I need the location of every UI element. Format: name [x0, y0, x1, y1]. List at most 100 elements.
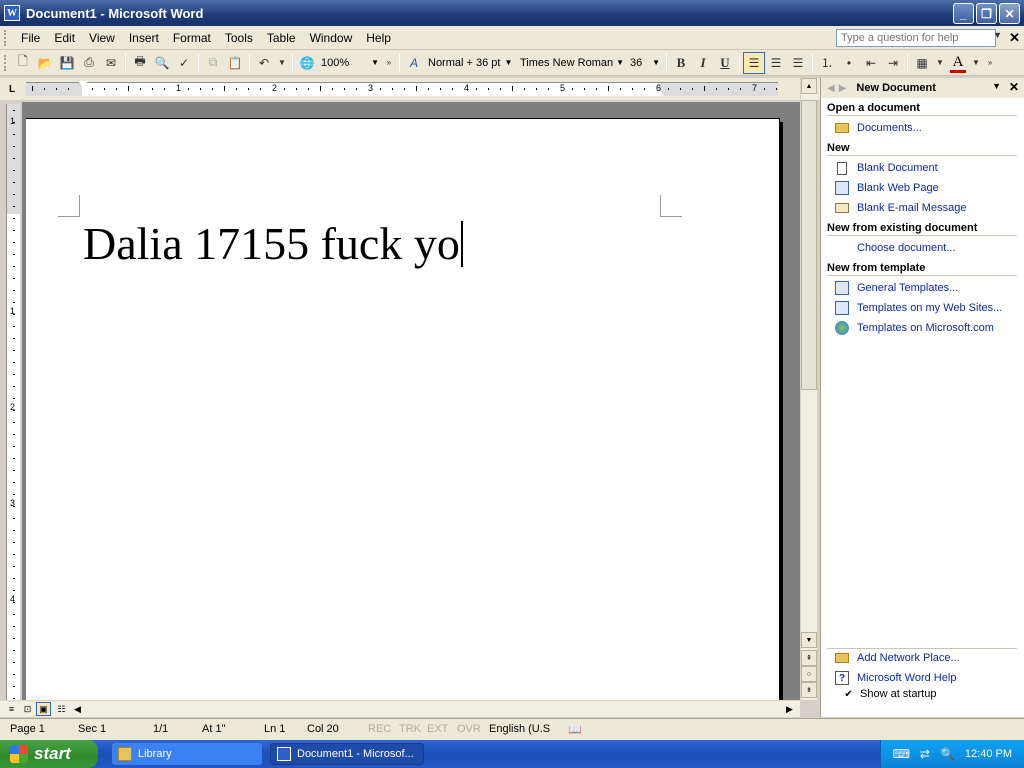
align-right-icon[interactable]: ☰ — [787, 52, 809, 74]
clock[interactable]: 12:40 PM — [965, 748, 1012, 760]
next-page-icon[interactable]: ⇟ — [801, 682, 817, 698]
spelling-icon[interactable]: ✓ — [173, 52, 195, 74]
vertical-ruler[interactable]: 1 1 2 3 4 — [6, 104, 20, 700]
zoom-select[interactable]: 100% ▼ — [318, 52, 382, 73]
menu-insert[interactable]: Insert — [122, 31, 166, 45]
toolbar-overflow-icon[interactable]: » — [983, 52, 997, 74]
menu-tools[interactable]: Tools — [218, 31, 260, 45]
italic-button[interactable]: I — [692, 52, 714, 74]
font-color-dropdown-icon[interactable]: ▼ — [969, 52, 983, 74]
document-close-icon[interactable]: ✕ — [1009, 30, 1020, 46]
open-folder-icon[interactable]: 📂 — [34, 52, 56, 74]
word-app-icon[interactable]: W — [4, 5, 20, 21]
style-select[interactable]: Normal + 36 pt ▼ — [425, 52, 517, 73]
outline-view-icon[interactable]: ☷ — [54, 702, 69, 716]
menu-grip[interactable] — [4, 29, 8, 46]
email-icon[interactable]: ✉ — [100, 52, 122, 74]
show-at-startup-checkbox[interactable]: ✔ Show at startup — [843, 688, 936, 700]
scroll-left-icon[interactable]: ◀ — [70, 702, 85, 716]
print-layout-view-icon[interactable]: ▣ — [36, 702, 51, 716]
web-toolbar-icon[interactable]: 🌐 — [296, 52, 318, 74]
web-layout-view-icon[interactable]: ⊡ — [20, 702, 35, 716]
permission-icon[interactable]: ⎙ — [78, 52, 100, 74]
undo-icon[interactable]: ↶ — [253, 52, 275, 74]
bullets-icon[interactable]: • — [838, 52, 860, 74]
horizontal-ruler[interactable]: 1 2 3 4 5 6 7 — [26, 81, 778, 96]
menu-format[interactable]: Format — [166, 31, 218, 45]
link-blank-web-page[interactable]: Blank Web Page — [835, 180, 939, 196]
keyboard-icon[interactable]: ⌨ — [893, 747, 910, 761]
underline-button[interactable]: U — [714, 52, 736, 74]
previous-page-icon[interactable]: ⇞ — [801, 650, 817, 666]
link-blank-document[interactable]: Blank Document — [835, 160, 938, 176]
forward-arrow-icon[interactable]: ▶ — [839, 83, 847, 94]
vertical-scrollbar[interactable]: ▲ ▼ ⇞ ○ ⇟ — [800, 78, 817, 700]
network-icon[interactable]: ⇄ — [920, 747, 930, 761]
back-arrow-icon[interactable]: ◀ — [827, 83, 835, 94]
font-size-select[interactable]: 36 ▼ — [627, 52, 663, 73]
link-choose-document[interactable]: Choose document... — [835, 240, 955, 256]
document-body[interactable]: Dalia 17155 fuck yo — [83, 217, 463, 270]
copy-icon[interactable]: ⧉ — [202, 52, 224, 74]
link-general-templates[interactable]: General Templates... — [835, 280, 958, 296]
task-pane-close-icon[interactable]: ✕ — [1009, 80, 1019, 94]
scroll-down-icon[interactable]: ▼ — [801, 632, 817, 648]
help-question-input[interactable] — [836, 29, 996, 47]
tab-selector-icon[interactable]: L — [6, 83, 18, 95]
status-ext[interactable]: EXT — [427, 723, 448, 735]
link-word-help[interactable]: ? Microsoft Word Help — [835, 670, 956, 686]
print-icon[interactable]: 🖶 — [129, 52, 151, 74]
font-select[interactable]: Times New Roman ▼ — [517, 52, 627, 73]
scroll-thumb[interactable] — [801, 100, 817, 390]
bold-button[interactable]: B — [670, 52, 692, 74]
taskbar-word-document[interactable]: Document1 - Microsof... — [270, 743, 424, 765]
styles-icon[interactable]: A — [403, 52, 425, 74]
font-color-icon[interactable]: A — [947, 52, 969, 74]
document-text[interactable]: Dalia 17155 fuck yo — [83, 218, 460, 269]
status-ovr[interactable]: OVR — [457, 723, 481, 735]
link-web-site-templates[interactable]: Templates on my Web Sites... — [835, 300, 1002, 316]
toolbar-grip[interactable] — [4, 54, 8, 71]
link-documents[interactable]: Documents... — [835, 120, 922, 136]
link-add-network-place[interactable]: Add Network Place... — [835, 650, 960, 666]
paste-icon[interactable]: 📋 — [224, 52, 246, 74]
scroll-up-icon[interactable]: ▲ — [801, 78, 817, 94]
save-icon[interactable]: 💾 — [56, 52, 78, 74]
menu-help[interactable]: Help — [359, 31, 398, 45]
numbering-icon[interactable]: ⒈ — [816, 52, 838, 74]
help-dropdown-icon[interactable]: ▼ — [993, 30, 1002, 40]
link-blank-email[interactable]: Blank E-mail Message — [835, 200, 966, 216]
document-page[interactable]: Dalia 17155 fuck yo — [26, 118, 780, 700]
restore-button[interactable]: ❐ — [976, 3, 997, 24]
menu-view[interactable]: View — [82, 31, 122, 45]
borders-icon[interactable]: ▦ — [911, 52, 933, 74]
align-center-icon[interactable]: ☰ — [765, 52, 787, 74]
status-trk[interactable]: TRK — [399, 723, 421, 735]
minimize-button[interactable]: _ — [953, 3, 974, 24]
undo-dropdown-icon[interactable]: ▼ — [275, 52, 289, 74]
status-rec[interactable]: REC — [368, 723, 391, 735]
start-button[interactable]: start — [0, 740, 98, 768]
horizontal-scrollbar[interactable]: ≡ ⊡ ▣ ☷ ◀ ▶ — [0, 700, 800, 717]
new-document-icon[interactable]: 🗋 — [12, 52, 34, 74]
borders-dropdown-icon[interactable]: ▼ — [933, 52, 947, 74]
menu-window[interactable]: Window — [303, 31, 360, 45]
taskbar-library[interactable]: Library — [112, 743, 262, 765]
select-browse-object-icon[interactable]: ○ — [801, 666, 817, 682]
first-line-indent-marker[interactable] — [78, 81, 88, 87]
task-pane-dropdown-icon[interactable]: ▼ — [992, 81, 1001, 91]
close-button[interactable]: ✕ — [999, 3, 1020, 24]
menu-table[interactable]: Table — [260, 31, 303, 45]
menu-edit[interactable]: Edit — [47, 31, 82, 45]
spelling-status-icon[interactable]: 📖 — [568, 723, 582, 736]
link-microsoft-templates[interactable]: Templates on Microsoft.com — [835, 320, 994, 336]
decrease-indent-icon[interactable]: ⇤ — [860, 52, 882, 74]
scroll-right-icon[interactable]: ▶ — [782, 702, 797, 716]
print-preview-icon[interactable]: 🔍 — [151, 52, 173, 74]
align-left-icon[interactable]: ☰ — [743, 51, 765, 74]
normal-view-icon[interactable]: ≡ — [4, 702, 19, 716]
menu-file[interactable]: File — [14, 31, 47, 45]
increase-indent-icon[interactable]: ⇥ — [882, 52, 904, 74]
toolbar-options-icon[interactable]: » — [382, 52, 396, 74]
search-icon[interactable]: 🔍 — [940, 747, 955, 761]
